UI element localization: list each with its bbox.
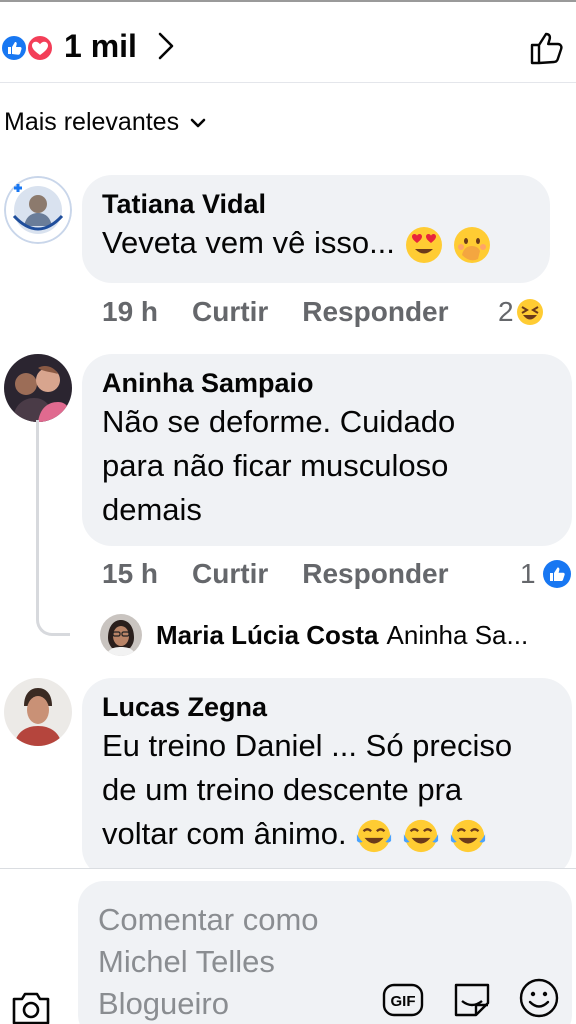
comment-text-line: voltar com ânimo. <box>102 812 552 856</box>
reaction-icons <box>0 34 54 62</box>
comment-text: Veveta vem vê isso... <box>102 221 530 265</box>
reply-button[interactable]: Responder <box>302 296 448 328</box>
comment-text-content: Veveta vem vê isso... <box>102 225 395 260</box>
reaction-count: 2 <box>498 296 514 327</box>
placeholder-line: Blogueiro <box>98 986 229 1021</box>
comment-bubble[interactable]: Tatiana Vidal Veveta vem vê isso... <box>82 175 550 283</box>
reaction-count: 1 <box>520 558 536 589</box>
comment-author[interactable]: Tatiana Vidal <box>102 187 530 221</box>
placeholder-line: Comentar como <box>98 902 319 937</box>
sticker-icon[interactable] <box>450 977 494 1021</box>
gif-label: GIF <box>391 993 416 1010</box>
comment-text-line: Eu treino Daniel ... Só preciso <box>102 728 513 763</box>
reply-author[interactable]: Maria Lúcia Costa <box>156 620 379 651</box>
top-edge <box>0 0 576 2</box>
comment-reactions[interactable]: 2 <box>498 296 544 328</box>
comment-time: 15 h <box>102 558 159 589</box>
heart-eyes-emoji <box>405 226 442 263</box>
gif-icon: GIF <box>382 983 424 1017</box>
like-button[interactable]: Curtir <box>192 296 268 328</box>
comment-reactions[interactable]: 1 <box>520 558 572 590</box>
chevron-right-icon <box>158 32 174 60</box>
comment-author[interactable]: Lucas Zegna <box>102 690 552 724</box>
comment-actions: 19 h Curtir Responder <box>102 296 483 328</box>
reply-preview[interactable]: Maria Lúcia Costa Aninha Sa... <box>100 614 528 656</box>
sort-dropdown[interactable]: Mais relevantes <box>4 108 207 137</box>
comment-input[interactable]: Comentar como Michel Telles Blogueiro GI… <box>78 881 572 1024</box>
like-icon[interactable] <box>528 28 568 68</box>
comment-actions: 15 h Curtir Responder <box>102 558 483 590</box>
avatar-image <box>4 678 72 746</box>
like-icon <box>0 34 28 62</box>
avatar[interactable] <box>4 176 72 244</box>
avatar <box>100 614 142 656</box>
comment-text-line: demais <box>102 492 202 527</box>
comment-text-line: para não ficar musculoso <box>102 448 449 483</box>
placeholder-line: Michel Telles <box>98 944 275 979</box>
chevron-down-icon <box>190 118 206 127</box>
gif-button[interactable]: GIF <box>382 981 424 1019</box>
comment-bubble[interactable]: Lucas Zegna Eu treino Daniel ... Só prec… <box>82 678 572 878</box>
comment-bubble[interactable]: Aninha Sampaio Não se deforme. Cuidado p… <box>82 354 572 546</box>
camera-icon[interactable] <box>10 987 52 1024</box>
sort-label: Mais relevantes <box>4 108 180 136</box>
avatar-image <box>4 176 72 244</box>
laughing-emoji <box>516 299 543 325</box>
comment-text-content: voltar com ânimo. <box>102 816 347 851</box>
avatar-image <box>100 614 142 656</box>
avatar[interactable] <box>4 354 72 422</box>
tears-of-joy-emoji <box>450 819 485 852</box>
tears-of-joy-emoji <box>403 819 438 852</box>
like-button[interactable]: Curtir <box>192 558 268 590</box>
comment-input-placeholder: Comentar como Michel Telles Blogueiro <box>98 899 398 1024</box>
reactions-bar[interactable]: 1 mil <box>0 6 576 82</box>
comment-text-line: Não se deforme. Cuidado <box>102 404 456 439</box>
like-icon <box>542 560 571 588</box>
reply-text: Aninha Sa... <box>386 619 529 650</box>
emoji-icon[interactable] <box>518 977 560 1019</box>
hand-over-mouth-emoji <box>454 226 491 263</box>
comment-text-line: de um treino descente pra <box>102 772 463 807</box>
reaction-count: 1 mil <box>64 28 137 64</box>
avatar-image <box>4 354 72 422</box>
divider <box>0 82 576 83</box>
comment-author[interactable]: Aninha Sampaio <box>102 366 552 400</box>
tears-of-joy-emoji <box>357 819 392 852</box>
reply-button[interactable]: Responder <box>302 558 448 590</box>
comment-composer: Comentar como Michel Telles Blogueiro GI… <box>0 868 576 1024</box>
avatar[interactable] <box>4 678 72 746</box>
comment-time: 19 h <box>102 296 159 327</box>
thread-connector <box>36 420 70 636</box>
love-icon <box>26 34 54 62</box>
